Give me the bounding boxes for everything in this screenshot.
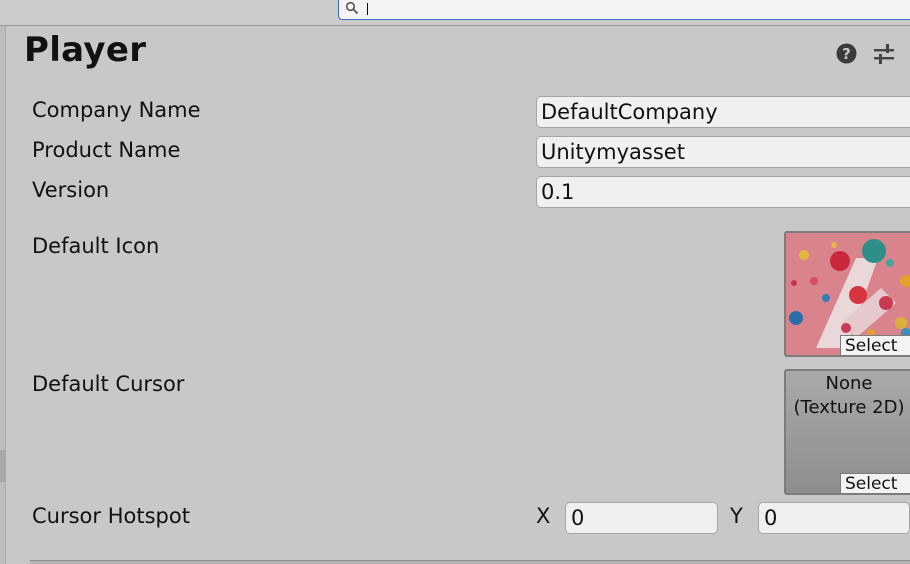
- company-name-label: Company Name: [32, 98, 201, 122]
- settings-sliders-icon[interactable]: [873, 43, 895, 65]
- svg-text:?: ?: [842, 45, 851, 63]
- next-section-header: [30, 560, 910, 564]
- default-cursor-object-field[interactable]: None (Texture 2D) Select: [784, 369, 910, 495]
- help-icon[interactable]: ?: [836, 43, 857, 64]
- search-icon: [345, 1, 359, 15]
- text-caret: [367, 3, 368, 15]
- cursor-none-text: None: [825, 373, 873, 394]
- search-toolbar: [0, 0, 910, 26]
- hotspot-x-label: X: [536, 504, 551, 528]
- left-panel-notch: [0, 450, 6, 482]
- cursor-hotspot-label: Cursor Hotspot: [32, 504, 190, 528]
- default-icon-object-field[interactable]: Select: [784, 231, 910, 357]
- cursor-type-text: (Texture 2D): [793, 397, 905, 418]
- company-name-field[interactable]: DefaultCompany: [536, 96, 910, 128]
- page-title: Player: [24, 30, 147, 70]
- product-name-label: Product Name: [32, 138, 181, 162]
- left-panel-edge: [0, 26, 6, 564]
- default-cursor-label: Default Cursor: [32, 372, 185, 396]
- hotspot-y-label: Y: [730, 504, 743, 528]
- hotspot-x-field[interactable]: 0: [565, 502, 718, 534]
- default-cursor-select-button[interactable]: Select: [840, 473, 910, 493]
- version-field[interactable]: 0.1: [536, 176, 910, 208]
- default-icon-label: Default Icon: [32, 234, 160, 258]
- search-input[interactable]: [338, 0, 910, 20]
- hotspot-y-field[interactable]: 0: [758, 502, 910, 534]
- version-label: Version: [32, 178, 110, 202]
- default-icon-select-button[interactable]: Select: [840, 335, 910, 355]
- product-name-field[interactable]: Unitymyasset: [536, 136, 910, 168]
